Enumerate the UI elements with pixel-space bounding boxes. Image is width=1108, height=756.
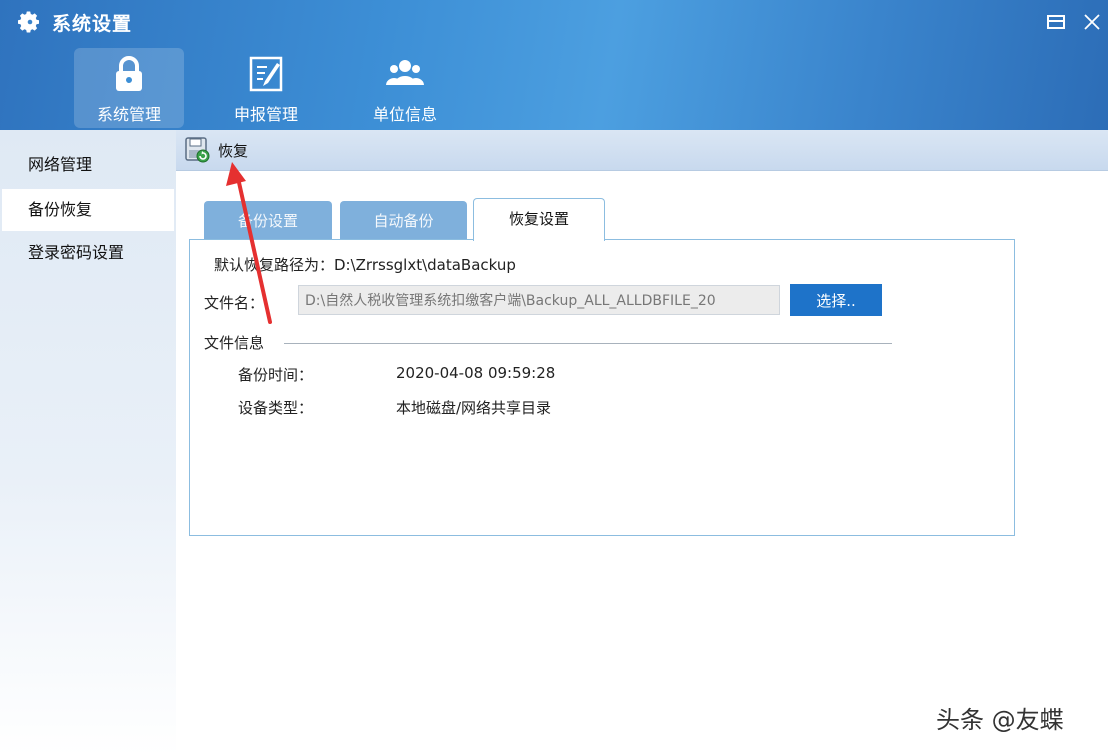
nav-tab-label: 申报管理	[233, 105, 298, 124]
top-banner: 系统设置 系统管理 申报管理 单位信息	[0, 0, 1108, 130]
gear-icon	[18, 11, 39, 33]
sidebar: 网络管理 备份恢复 登录密码设置	[0, 130, 176, 756]
default-restore-path: 默认恢复路径为：D:\Zrrssglxt\dataBackup	[214, 256, 516, 274]
restore-icon[interactable]	[1046, 12, 1066, 32]
window-title: 系统设置	[52, 12, 133, 35]
device-type-label: 设备类型：	[238, 399, 314, 417]
choose-button[interactable]: 选择..	[790, 284, 882, 316]
file-info-heading: 文件信息	[204, 334, 265, 352]
lock-icon	[116, 56, 142, 91]
restore-settings-panel: 默认恢复路径为：D:\Zrrssglxt\dataBackup 文件名： 选择.…	[189, 239, 1015, 536]
tab-backup-settings[interactable]: 备份设置	[204, 201, 332, 240]
restore-disk-icon	[185, 137, 210, 163]
nav-tab-declaration-management[interactable]: 申报管理	[211, 48, 321, 128]
nav-tab-system-management[interactable]: 系统管理	[74, 48, 184, 128]
sidebar-item-network-management[interactable]: 网络管理	[2, 144, 174, 186]
nav-tab-unit-info[interactable]: 单位信息	[350, 48, 460, 128]
close-icon[interactable]	[1082, 12, 1102, 32]
restore-button-label: 恢复	[218, 141, 249, 160]
backup-time-value: 2020-04-08 09:59:28	[396, 364, 556, 382]
tab-auto-backup[interactable]: 自动备份	[340, 201, 467, 240]
restore-button[interactable]: 恢复	[184, 136, 248, 164]
toolbar: 恢复	[176, 130, 1108, 171]
file-name-input[interactable]	[298, 285, 780, 315]
edit-form-icon	[249, 56, 283, 92]
window-title-bar: 系统设置	[18, 8, 132, 36]
sidebar-item-backup-restore[interactable]: 备份恢复	[2, 189, 174, 231]
nav-tab-label: 单位信息	[372, 105, 437, 124]
users-icon	[386, 60, 424, 85]
sidebar-item-login-password[interactable]: 登录密码设置	[2, 232, 174, 274]
file-name-label: 文件名：	[204, 294, 265, 312]
watermark: 头条 @友蝶	[936, 706, 1064, 734]
backup-time-label: 备份时间：	[238, 366, 314, 384]
divider	[284, 343, 892, 344]
tab-restore-settings[interactable]: 恢复设置	[473, 198, 605, 241]
nav-tab-label: 系统管理	[96, 105, 161, 124]
device-type-value: 本地磁盘/网络共享目录	[396, 399, 552, 417]
